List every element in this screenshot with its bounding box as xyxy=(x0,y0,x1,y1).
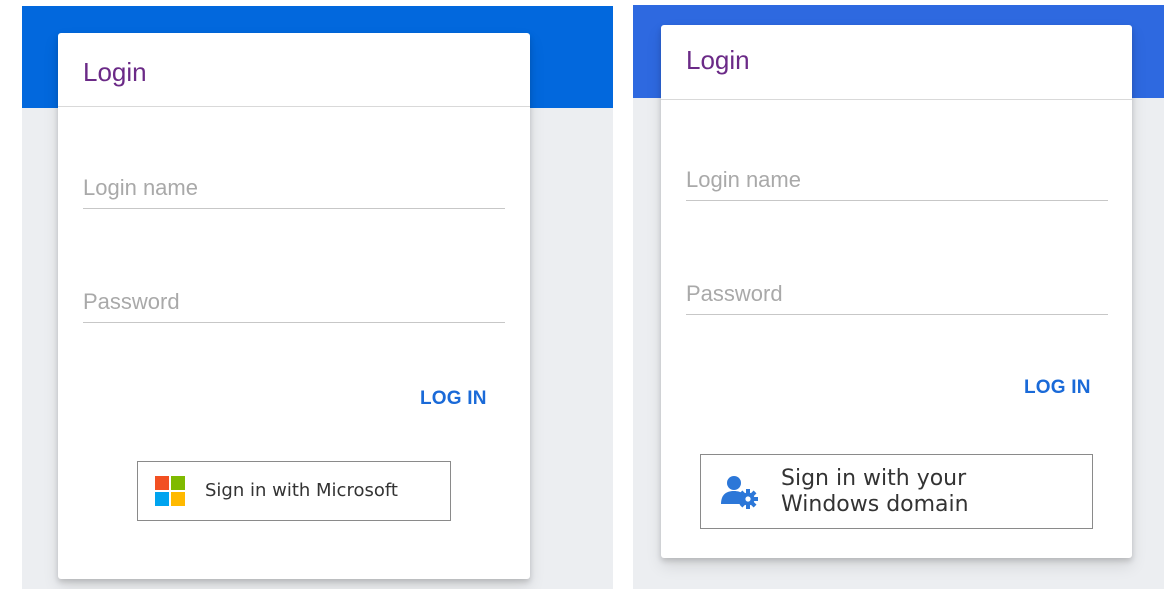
login-name-input[interactable] xyxy=(83,159,505,208)
login-name-input[interactable] xyxy=(686,151,1108,200)
user-gear-icon xyxy=(721,474,759,510)
sign-in-with-microsoft-button[interactable]: Sign in with Microsoft xyxy=(137,461,451,521)
log-in-button[interactable]: LOG IN xyxy=(420,388,487,410)
sso-button-label: Sign in with Microsoft xyxy=(205,479,398,501)
login-name-field[interactable] xyxy=(686,151,1108,201)
password-field[interactable] xyxy=(686,265,1108,315)
log-in-button[interactable]: LOG IN xyxy=(1024,377,1091,399)
password-input[interactable] xyxy=(686,265,1108,314)
card-header: Login xyxy=(58,33,530,107)
microsoft-logo-icon xyxy=(155,476,185,506)
sso-button-label: Sign in with your Windows domain xyxy=(781,466,969,517)
login-panel-windows-domain: Login LOG IN xyxy=(633,5,1164,589)
page-title: Login xyxy=(686,45,750,75)
sign-in-with-windows-domain-button[interactable]: Sign in with your Windows domain xyxy=(700,454,1093,529)
login-card: Login LOG IN Sign in with Microsoft xyxy=(58,33,530,579)
password-input[interactable] xyxy=(83,273,505,322)
login-card: Login LOG IN xyxy=(661,25,1132,558)
card-header: Login xyxy=(661,25,1132,100)
page-title: Login xyxy=(83,57,147,87)
login-panel-microsoft: Login LOG IN Sign in with Microsoft xyxy=(22,6,613,589)
login-name-field[interactable] xyxy=(83,159,505,209)
password-field[interactable] xyxy=(83,273,505,323)
